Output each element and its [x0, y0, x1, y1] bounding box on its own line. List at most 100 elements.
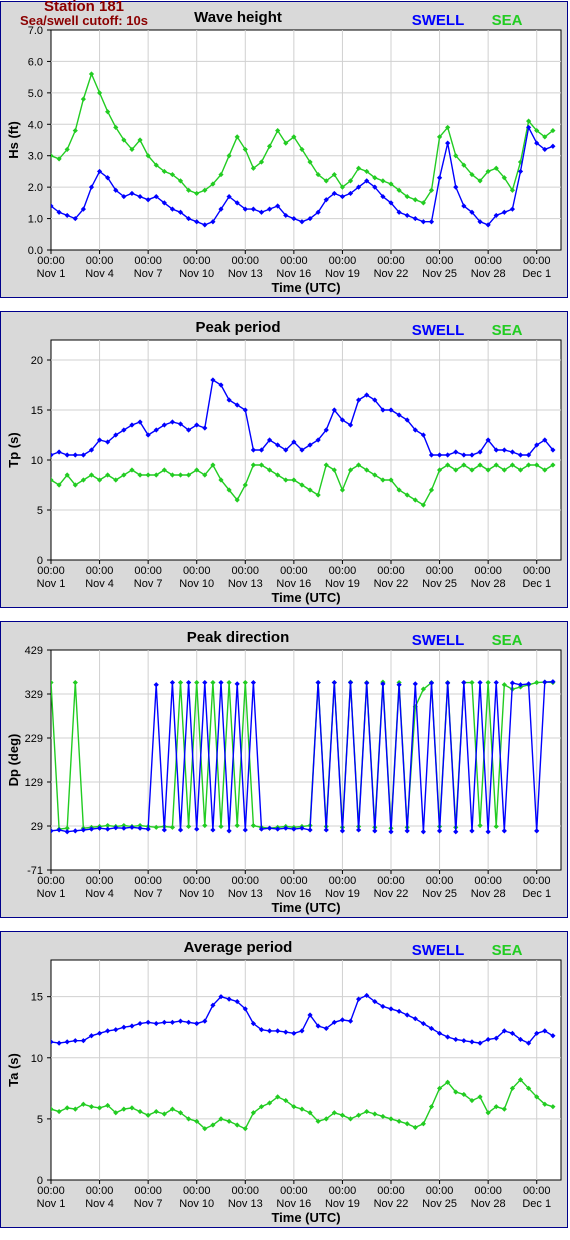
legend-sea: SEA	[492, 12, 523, 29]
x-axis-label: Time (UTC)	[271, 1210, 340, 1225]
chart-svg: Peak direction SWELL SEA-71291292293294290…	[6, 629, 562, 915]
x-tick-label: Nov 22	[374, 1198, 409, 1210]
y-tick-label: 329	[25, 689, 43, 701]
y-tick-label: 15	[31, 405, 43, 417]
x-tick-label: Nov 28	[471, 1198, 506, 1210]
x-tick-label: 00:00	[426, 1185, 454, 1197]
x-tick-label: Nov 13	[228, 888, 263, 900]
x-tick-label: Nov 16	[276, 1198, 311, 1210]
chart-title: Peak direction	[187, 629, 290, 646]
x-tick-label: Nov 7	[134, 888, 163, 900]
x-tick-label: Nov 22	[374, 268, 409, 280]
y-tick-label: 229	[25, 733, 43, 745]
x-tick-label: Nov 19	[325, 268, 360, 280]
y-axis-label: Dp (deg)	[6, 734, 21, 787]
x-tick-label: 00:00	[232, 1185, 260, 1197]
x-tick-label: Nov 19	[325, 1198, 360, 1210]
x-tick-label: 00:00	[86, 875, 114, 887]
x-tick-label: 00:00	[183, 255, 211, 267]
x-tick-label: 00:00	[232, 255, 260, 267]
x-tick-label: Nov 22	[374, 888, 409, 900]
y-tick-label: 6.0	[28, 56, 43, 68]
legend-swell: SWELL	[412, 942, 465, 959]
y-tick-label: 29	[31, 821, 43, 833]
x-tick-label: Nov 4	[85, 1198, 114, 1210]
x-tick-label: 00:00	[86, 255, 114, 267]
x-tick-label: Nov 7	[134, 578, 163, 590]
x-tick-label: 00:00	[86, 565, 114, 577]
x-tick-label: 00:00	[474, 255, 502, 267]
chart-panel-3: Peak direction SWELL SEA -71 29 129 229 329 429 0…	[0, 621, 568, 918]
chart-panel-1: Wave height SWELL SEA 0.0 1.0 2.0 3.0 4.0 5.0 6.0…	[0, 1, 568, 298]
legend-sea: SEA	[492, 322, 523, 339]
x-tick-label: 00:00	[377, 1185, 405, 1197]
y-tick-label: 3.0	[28, 151, 43, 163]
x-tick-label: 00:00	[329, 255, 357, 267]
station-name: Station 181	[43, 0, 125, 15]
chart-title: Wave height	[194, 9, 282, 26]
x-axis-label: Time (UTC)	[271, 590, 340, 605]
x-tick-label: Nov 10	[179, 888, 214, 900]
station-header: Station 181 Sea/swell cutoff: 10s	[0, 0, 168, 28]
chart-svg: Wave height SWELL SEA0.01.02.03.04.05.06.0…	[6, 9, 562, 295]
legend-swell: SWELL	[412, 632, 465, 649]
x-tick-label: Nov 16	[276, 268, 311, 280]
chart-title: Peak period	[195, 319, 280, 336]
x-tick-label: Nov 13	[228, 1198, 263, 1210]
x-tick-label: 00:00	[329, 875, 357, 887]
x-tick-label: Nov 16	[276, 578, 311, 590]
x-tick-label: 00:00	[426, 255, 454, 267]
y-tick-label: 429	[25, 645, 43, 657]
chart-svg: Average period SWELL SEA05101500:00Nov 100…	[6, 939, 562, 1225]
x-tick-label: 00:00	[377, 255, 405, 267]
y-tick-label: 4.0	[28, 119, 43, 131]
x-tick-label: Nov 1	[37, 578, 66, 590]
x-tick-label: Nov 19	[325, 888, 360, 900]
x-tick-label: 00:00	[280, 255, 308, 267]
x-tick-label: 00:00	[474, 1185, 502, 1197]
x-tick-label: Dec 1	[522, 888, 551, 900]
x-tick-label: 00:00	[426, 875, 454, 887]
x-tick-label: 00:00	[37, 1185, 65, 1197]
x-tick-label: Nov 25	[422, 1198, 457, 1210]
x-tick-label: Nov 22	[374, 578, 409, 590]
x-tick-label: Nov 25	[422, 268, 457, 280]
x-tick-label: 00:00	[37, 875, 65, 887]
x-tick-label: Nov 7	[134, 1198, 163, 1210]
x-tick-label: 00:00	[523, 1185, 551, 1197]
x-tick-label: 00:00	[37, 565, 65, 577]
legend-sea: SEA	[492, 632, 523, 649]
cutoff-label: Sea/swell cutoff: 10s	[20, 13, 148, 28]
x-tick-label: Dec 1	[522, 578, 551, 590]
x-tick-label: Nov 28	[471, 268, 506, 280]
x-tick-label: 00:00	[474, 565, 502, 577]
legend-swell: SWELL	[412, 322, 465, 339]
x-tick-label: Nov 13	[228, 268, 263, 280]
x-tick-label: 00:00	[183, 1185, 211, 1197]
chart-panel-4: Average period SWELL SEA 0 5 10 15 00:00 Nov 1 00…	[0, 931, 568, 1228]
chart-title: Average period	[184, 939, 293, 956]
x-tick-label: Nov 4	[85, 578, 114, 590]
y-axis-label: Hs (ft)	[6, 121, 21, 159]
x-tick-label: 00:00	[134, 255, 162, 267]
y-tick-label: 2.0	[28, 182, 43, 194]
y-tick-label: 5	[37, 505, 43, 517]
x-tick-label: Dec 1	[522, 1198, 551, 1210]
x-tick-label: Nov 10	[179, 268, 214, 280]
x-tick-label: 00:00	[523, 255, 551, 267]
x-tick-label: 00:00	[280, 565, 308, 577]
x-tick-label: 00:00	[523, 565, 551, 577]
x-tick-label: Nov 4	[85, 888, 114, 900]
legend-sea: SEA	[492, 942, 523, 959]
x-tick-label: 00:00	[426, 565, 454, 577]
y-tick-label: 20	[31, 355, 43, 367]
x-tick-label: 00:00	[523, 875, 551, 887]
y-tick-label: 10	[31, 1053, 43, 1065]
x-tick-label: Nov 1	[37, 1198, 66, 1210]
x-tick-label: Dec 1	[522, 268, 551, 280]
x-tick-label: Nov 1	[37, 888, 66, 900]
x-tick-label: Nov 4	[85, 268, 114, 280]
y-tick-label: 10	[31, 455, 43, 467]
x-tick-label: 00:00	[280, 875, 308, 887]
x-tick-label: Nov 16	[276, 888, 311, 900]
